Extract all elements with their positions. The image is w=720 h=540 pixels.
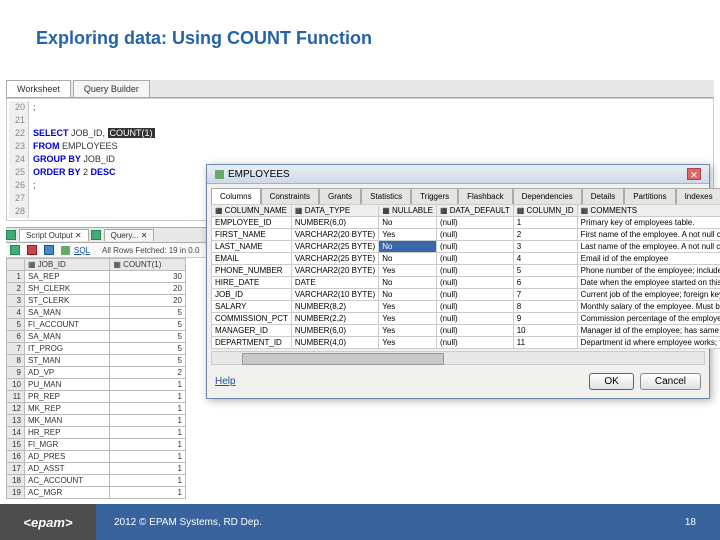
table-row[interactable]: 17AD_ASST1 — [7, 463, 186, 475]
fetch-status: All Rows Fetched: 19 in 0.0 — [102, 246, 199, 255]
table-row[interactable]: 13MK_MAN1 — [7, 415, 186, 427]
table-row[interactable]: 12MK_REP1 — [7, 403, 186, 415]
dialog-tab-grants[interactable]: Grants — [319, 188, 361, 204]
table-row[interactable]: EMAILVARCHAR2(25 BYTE)No(null)4Email id … — [212, 253, 720, 265]
table-row[interactable]: 18AC_ACCOUNT1 — [7, 475, 186, 487]
table-row[interactable]: 6SA_MAN5 — [7, 331, 186, 343]
table-row[interactable]: 19AC_MGR1 — [7, 487, 186, 499]
dialog-tab-triggers[interactable]: Triggers — [411, 188, 458, 204]
table-row[interactable]: LAST_NAMEVARCHAR2(25 BYTE)No(null)3Last … — [212, 241, 720, 253]
table-row[interactable]: PHONE_NUMBERVARCHAR2(20 BYTE)Yes(null)5P… — [212, 265, 720, 277]
clear-icon[interactable] — [27, 245, 37, 255]
table-row[interactable]: DEPARTMENT_IDNUMBER(4,0)Yes(null)11Depar… — [212, 337, 720, 349]
table-row[interactable]: 10PU_MAN1 — [7, 379, 186, 391]
save-icon[interactable] — [44, 245, 54, 255]
footer: <epam> 2012 © EPAM Systems, RD Dep. 18 — [0, 504, 720, 540]
worksheet-tabs: Worksheet Query Builder — [6, 80, 714, 98]
table-row[interactable]: HIRE_DATEDATENo(null)6Date when the empl… — [212, 277, 720, 289]
table-row[interactable]: JOB_IDVARCHAR2(10 BYTE)No(null)7Current … — [212, 289, 720, 301]
pin-icon[interactable] — [10, 245, 20, 255]
result-grid[interactable]: ▦ JOB_ID▦ COUNT(1)1SA_REP302SH_CLERK203S… — [6, 258, 186, 499]
help-link[interactable]: Help — [215, 376, 236, 387]
dialog-tab-indexes[interactable]: Indexes — [676, 188, 720, 204]
table-row[interactable]: 14HR_REP1 — [7, 427, 186, 439]
sql-icon — [61, 246, 70, 255]
dialog-tab-columns[interactable]: Columns — [211, 188, 261, 204]
table-row[interactable]: 3ST_CLERK20 — [7, 295, 186, 307]
page-title: Exploring data: Using COUNT Function — [0, 0, 720, 49]
horizontal-scrollbar[interactable] — [211, 351, 705, 365]
table-row[interactable]: SALARYNUMBER(8,2)Yes(null)8Monthly salar… — [212, 301, 720, 313]
dialog-tabs: ColumnsConstraintsGrantsStatisticsTrigge… — [207, 184, 709, 204]
tab-query-result[interactable]: Query... ✕ — [104, 229, 155, 241]
dialog-titlebar: EMPLOYEES ✕ — [207, 165, 709, 184]
dialog-tab-partitions[interactable]: Partitions — [624, 188, 675, 204]
dialog-title-text: EMPLOYEES — [228, 169, 290, 180]
table-row[interactable]: MANAGER_IDNUMBER(6,0)Yes(null)10Manager … — [212, 325, 720, 337]
table-row[interactable]: 8ST_MAN5 — [7, 355, 186, 367]
dialog-tab-statistics[interactable]: Statistics — [361, 188, 411, 204]
copyright-text: 2012 © EPAM Systems, RD Dep. — [96, 517, 685, 528]
close-icon[interactable]: ✕ — [687, 168, 701, 180]
sql-label: SQL — [74, 246, 90, 255]
table-row[interactable]: 11PR_REP1 — [7, 391, 186, 403]
table-row[interactable]: FIRST_NAMEVARCHAR2(20 BYTE)Yes(null)2Fir… — [212, 229, 720, 241]
dialog-tab-dependencies[interactable]: Dependencies — [513, 188, 582, 204]
table-row[interactable]: 7IT_PROG5 — [7, 343, 186, 355]
epam-logo: <epam> — [0, 504, 96, 540]
dialog-tab-flashback[interactable]: Flashback — [458, 188, 512, 204]
table-row[interactable]: 15FI_MGR1 — [7, 439, 186, 451]
ok-button[interactable]: OK — [589, 373, 633, 390]
run-icon[interactable] — [6, 230, 16, 240]
table-row[interactable]: COMMISSION_PCTNUMBER(2,2)Yes(null)9Commi… — [212, 313, 720, 325]
tab-script-output[interactable]: Script Output ✕ — [19, 229, 89, 241]
employees-dialog: EMPLOYEES ✕ ColumnsConstraintsGrantsStat… — [206, 164, 710, 399]
dialog-button-row: Help OK Cancel — [207, 365, 709, 398]
table-row[interactable]: EMPLOYEE_IDNUMBER(6,0)No(null)1Primary k… — [212, 217, 720, 229]
columns-grid[interactable]: ▦ COLUMN_NAME▦ DATA_TYPE▦ NULLABLE▦ DATA… — [211, 204, 720, 349]
run-icon-2[interactable] — [91, 230, 101, 240]
tab-query-builder[interactable]: Query Builder — [73, 80, 150, 97]
table-row[interactable]: 1SA_REP30 — [7, 271, 186, 283]
dialog-tab-constraints[interactable]: Constraints — [261, 188, 319, 204]
table-row[interactable]: 5FI_ACCOUNT5 — [7, 319, 186, 331]
dialog-tab-details[interactable]: Details — [582, 188, 624, 204]
table-row[interactable]: 16AD_PRES1 — [7, 451, 186, 463]
tab-worksheet[interactable]: Worksheet — [6, 80, 71, 97]
cancel-button[interactable]: Cancel — [640, 373, 701, 390]
page-number: 18 — [685, 517, 720, 528]
table-row[interactable]: 4SA_MAN5 — [7, 307, 186, 319]
table-row[interactable]: 2SH_CLERK20 — [7, 283, 186, 295]
table-row[interactable]: 9AD_VP2 — [7, 367, 186, 379]
table-icon — [215, 170, 224, 179]
